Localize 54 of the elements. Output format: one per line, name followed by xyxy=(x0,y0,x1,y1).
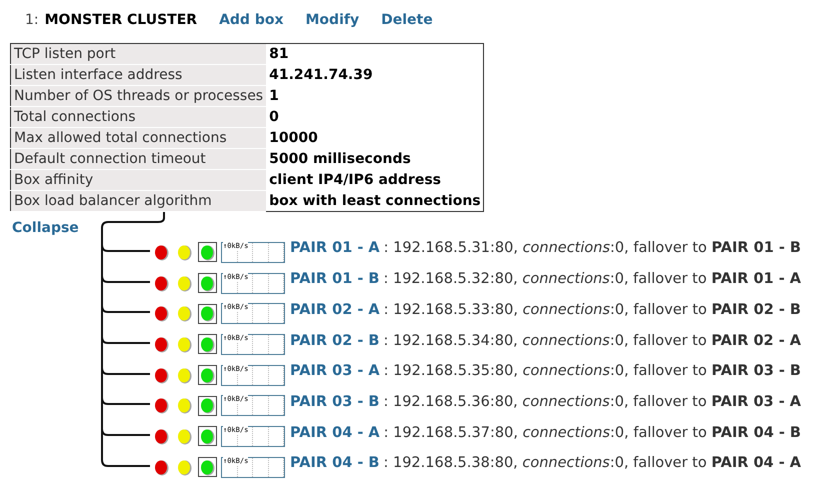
box-name-link[interactable]: PAIR 02 - B xyxy=(290,330,380,352)
box-name-link[interactable]: PAIR 02 - A xyxy=(290,300,380,322)
status-light-icon[interactable] xyxy=(152,396,171,416)
property-label: Default connection timeout xyxy=(10,148,266,170)
property-value: client IP4/IP6 address xyxy=(266,170,484,190)
property-label: Box load balancer algorithm xyxy=(10,190,266,212)
property-value: box with least connections xyxy=(266,190,484,212)
property-label: TCP listen port xyxy=(10,44,266,64)
tree-connector xyxy=(100,326,150,358)
property-value: 10000 xyxy=(266,128,484,148)
action-link[interactable]: Add box xyxy=(219,10,284,31)
active-status-light[interactable] xyxy=(198,426,217,446)
tree-connector xyxy=(100,264,150,296)
action-link[interactable]: Modify xyxy=(306,10,360,31)
cluster-name: MONSTER CLUSTER xyxy=(44,11,198,30)
active-status-light[interactable] xyxy=(198,334,217,354)
property-value: 1 xyxy=(266,86,484,106)
cluster-index: 1: xyxy=(25,11,39,30)
tree-connector xyxy=(100,356,150,388)
box-details: : 192.168.5.31:80, connections:0, fallover to PAIR 01 - B xyxy=(384,239,801,258)
status-light-icon[interactable] xyxy=(152,304,171,324)
property-label: Max allowed total connections xyxy=(10,128,266,148)
box-details: : 192.168.5.38:80, connections:0, fallover to PAIR 04 - A xyxy=(383,454,801,474)
active-status-light[interactable] xyxy=(198,396,217,416)
collapse-link[interactable]: Collapse xyxy=(12,218,98,239)
active-status-light[interactable] xyxy=(198,457,217,478)
property-value: 81 xyxy=(266,44,484,64)
box-name-link[interactable]: PAIR 03 - A xyxy=(290,361,380,383)
box-name-link[interactable]: PAIR 01 - A xyxy=(290,238,380,260)
tree-connector xyxy=(100,234,150,265)
property-value: 5000 milliseconds xyxy=(266,148,484,170)
box-details: : 192.168.5.34:80, connections:0, fallover to PAIR 02 - A xyxy=(383,332,801,351)
box-details: : 192.168.5.36:80, connections:0, fallover to PAIR 03 - A xyxy=(383,392,801,412)
active-status-light[interactable] xyxy=(198,365,217,386)
box-details: : 192.168.5.37:80, connections:0, fallover to PAIR 04 - B xyxy=(384,424,801,443)
action-link[interactable]: Delete xyxy=(381,10,433,31)
property-value: 0 xyxy=(266,106,484,128)
box-details: : 192.168.5.33:80, connections:0, fallover to PAIR 02 - B xyxy=(384,300,801,320)
tree-connector xyxy=(100,295,150,326)
box-details: : 192.168.5.32:80, connections:0, fallover to PAIR 01 - A xyxy=(383,270,801,290)
property-value: 41.241.74.39 xyxy=(266,64,484,86)
box-name-link[interactable]: PAIR 03 - B xyxy=(290,392,380,414)
property-label: Box affinity xyxy=(10,170,266,190)
active-status-light[interactable] xyxy=(198,273,217,294)
box-name-link[interactable]: PAIR 01 - B xyxy=(290,269,380,291)
property-label: Listen interface address xyxy=(10,64,266,86)
active-status-light[interactable] xyxy=(198,304,217,324)
property-label: Total connections xyxy=(10,106,266,128)
tree-connector xyxy=(100,387,150,418)
box-details: : 192.168.5.35:80, connections:0, fallover to PAIR 03 - B xyxy=(384,362,801,382)
box-name-link[interactable]: PAIR 04 - B xyxy=(290,453,380,476)
active-status-light[interactable] xyxy=(198,242,217,262)
property-label: Number of OS threads or processes xyxy=(10,86,266,106)
box-name-link[interactable]: PAIR 04 - A xyxy=(290,422,380,444)
